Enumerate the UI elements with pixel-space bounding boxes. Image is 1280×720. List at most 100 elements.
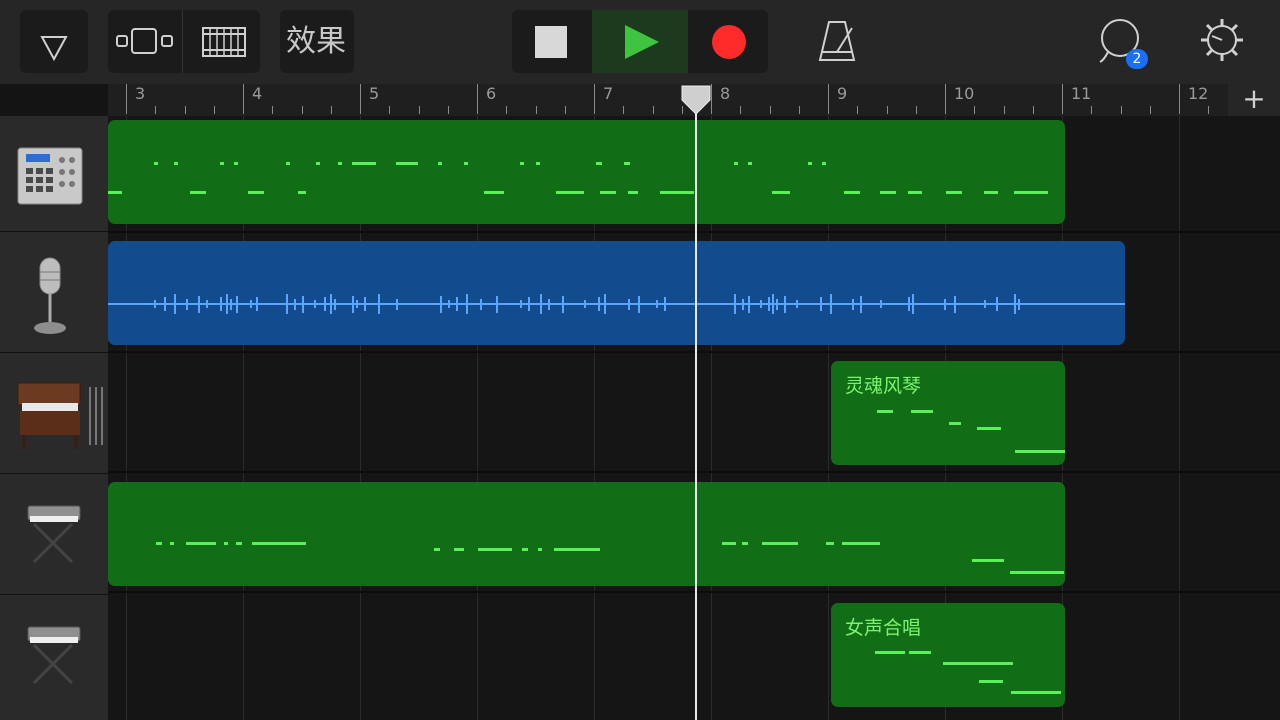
waveform-spike (760, 300, 762, 308)
midi-note (224, 542, 228, 545)
waveform-spike (230, 298, 232, 310)
midi-note (628, 191, 638, 194)
effects-label: 效果 (286, 24, 346, 59)
midi-note (170, 542, 174, 545)
drum-region[interactable] (108, 120, 1065, 224)
midi-note (822, 162, 826, 165)
waveform-spike (496, 295, 498, 313)
midi-note (186, 542, 216, 545)
track-menu-button[interactable] (20, 10, 88, 73)
track-headers (0, 116, 108, 720)
midi-note (772, 191, 790, 194)
waveform-spike (548, 298, 550, 310)
metronome-icon[interactable] (812, 16, 862, 66)
beat-tick (213, 106, 215, 114)
waveform-spike (396, 298, 398, 310)
track-lane-synth-2[interactable]: 女声合唱 (108, 593, 1280, 720)
beat-tick (1120, 106, 1122, 114)
record-button[interactable] (688, 10, 768, 73)
waveform-spike (440, 295, 442, 313)
waveform-spike (186, 298, 188, 310)
beat-tick (1091, 106, 1093, 114)
waveform-spike (456, 297, 458, 311)
midi-note (316, 162, 320, 165)
waveform-spike (860, 295, 862, 313)
waveform-spike (154, 300, 156, 308)
mixer-view-button[interactable] (183, 10, 260, 73)
beat-tick (184, 106, 186, 114)
waveform-spike (198, 295, 200, 313)
grid-line (711, 353, 712, 471)
midi-note (236, 542, 242, 545)
audio-region[interactable] (108, 241, 1125, 345)
grid-line (360, 593, 361, 720)
track-header-synth-1[interactable] (0, 474, 108, 595)
choir-region-name: 女声合唱 (845, 617, 922, 639)
settings-gear-icon[interactable] (1198, 16, 1246, 64)
waveform-spike (236, 295, 238, 313)
midi-note (880, 191, 896, 194)
bar-number: 3 (135, 84, 146, 103)
effects-button[interactable]: 效果 (280, 10, 354, 73)
choir-region[interactable]: 女声合唱 (831, 603, 1065, 707)
waveform-spike (628, 298, 630, 310)
beat-tick (886, 106, 888, 114)
waveform-spike (880, 300, 882, 308)
track-header-drums[interactable] (0, 116, 108, 232)
midi-note (1014, 191, 1048, 194)
loop-browser-button[interactable]: 2 (1098, 16, 1154, 72)
midi-note (877, 410, 893, 413)
waveform-spike (528, 297, 530, 311)
grid-line (1179, 116, 1180, 231)
waveform-spike (294, 298, 296, 310)
track-header-vocal[interactable] (0, 232, 108, 353)
midi-note (352, 162, 376, 165)
playhead[interactable] (695, 100, 697, 720)
beat-tick (447, 106, 449, 114)
play-button[interactable] (592, 10, 688, 73)
midi-note (248, 191, 264, 194)
beat-tick (301, 106, 303, 114)
beat-tick (272, 106, 274, 114)
midi-note (396, 162, 418, 165)
waveform-spike (954, 295, 956, 313)
track-lane-drums[interactable] (108, 116, 1280, 233)
track-lane-organ[interactable]: 灵魂风琴 (108, 353, 1280, 473)
stop-button[interactable] (512, 10, 592, 73)
bar-tick (594, 84, 595, 114)
midi-note (520, 162, 524, 165)
midi-note (596, 162, 602, 165)
waveform-spike (250, 300, 252, 308)
waveform-spike (324, 297, 326, 311)
play-icon (625, 25, 659, 59)
track-lane-vocal[interactable] (108, 233, 1280, 353)
midi-note (972, 559, 1004, 562)
track-header-organ[interactable] (0, 353, 108, 474)
add-section-button[interactable]: + (1228, 84, 1280, 116)
track-header-synth-2[interactable] (0, 595, 108, 715)
midi-note (742, 542, 748, 545)
playhead-handle-icon[interactable] (680, 84, 712, 116)
beat-tick (564, 106, 566, 114)
beat-tick (418, 106, 420, 114)
synth-region[interactable] (108, 482, 1065, 586)
beat-tick (915, 106, 917, 114)
beat-tick (974, 106, 976, 114)
organ-region[interactable]: 灵魂风琴 (831, 361, 1065, 465)
waveform-spike (164, 297, 166, 311)
transport-controls (512, 10, 768, 73)
midi-note (1010, 571, 1064, 574)
waveform-spike (520, 300, 522, 308)
waveform-spike (226, 294, 228, 314)
organ-region-name: 灵魂风琴 (845, 375, 922, 397)
grid-line (477, 593, 478, 720)
midi-note (154, 162, 158, 165)
track-lane-synth-1[interactable] (108, 473, 1280, 593)
tracks-view-button[interactable] (108, 10, 182, 73)
bar-tick (360, 84, 361, 114)
notification-badge: 2 (1126, 49, 1148, 69)
waveform-spike (820, 297, 822, 311)
waveform-spike (664, 297, 666, 311)
beat-tick (1032, 106, 1034, 114)
midi-note (977, 427, 1001, 430)
